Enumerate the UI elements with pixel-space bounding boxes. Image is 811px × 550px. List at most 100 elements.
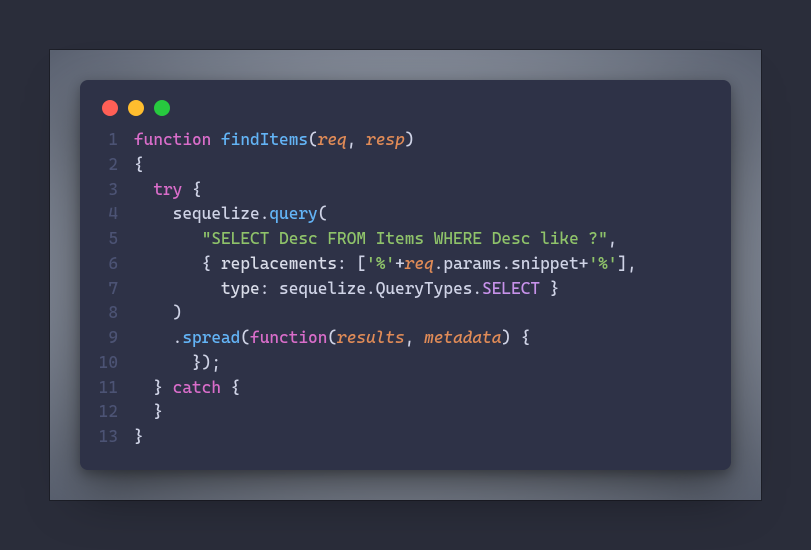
token-punct: ( [308,130,318,149]
code-line: 1function findItems(req, resp) [94,128,717,153]
token-punct: + [395,254,405,273]
token-kw: function [250,328,327,347]
token-str: '%' [366,254,395,273]
code-content: } catch { [134,376,240,401]
token-punct: ], [617,254,636,273]
line-number: 4 [94,202,134,227]
token-punct: , [347,130,366,149]
token-punct: : [ [337,254,366,273]
token-punct: { [134,254,221,273]
token-prop: type [221,279,260,298]
token-kw: try [153,180,182,199]
token-punct: . [472,279,482,298]
token-punct: . [366,279,376,298]
code-content: } [134,425,144,450]
code-line: 5 "SELECT Desc FROM Items WHERE Desc lik… [94,227,717,252]
token-punct: ) { [501,328,530,347]
line-number: 10 [94,351,134,376]
line-number: 5 [94,227,134,252]
line-number: 9 [94,326,134,351]
code-window: 1function findItems(req, resp)2{3 try {4… [80,80,731,470]
token-punct [134,180,153,199]
token-obj: params [443,254,501,273]
token-fn: findItems [221,130,308,149]
token-method: query [269,204,317,223]
token-punct: } [134,378,173,397]
token-punct: { [134,155,144,174]
line-number: 12 [94,400,134,425]
line-number: 3 [94,178,134,203]
code-content: } [134,400,163,425]
token-punct: , [405,328,424,347]
line-number: 13 [94,425,134,450]
token-punct: : [260,279,279,298]
code-content: "SELECT Desc FROM Items WHERE Desc like … [134,227,617,252]
token-punct: } [134,427,144,446]
code-line: 9 .spread(function(results, metadata) { [94,326,717,351]
token-punct: ( [327,328,337,347]
token-punct [134,279,221,298]
code-content: try { [134,178,202,203]
code-line: 10 }); [94,351,717,376]
code-line: 12 } [94,400,717,425]
line-number: 1 [94,128,134,153]
code-content: { [134,153,144,178]
token-punct: ) [134,303,182,322]
token-kw: function [134,130,211,149]
code-line: 2{ [94,153,717,178]
token-punct: ( [240,328,250,347]
token-punct [211,130,221,149]
token-punct: ) [405,130,415,149]
token-param: req [318,130,347,149]
token-const: SELECT [482,279,540,298]
line-number: 11 [94,376,134,401]
line-number: 8 [94,301,134,326]
code-line: 13} [94,425,717,450]
token-kw: catch [173,378,221,397]
code-content: ) [134,301,182,326]
token-punct [134,229,202,248]
token-param: resp [366,130,405,149]
token-param: metadata [424,328,501,347]
token-punct: }); [134,353,221,372]
code-content: sequelize.query( [134,202,327,227]
token-prop: replacements [221,254,337,273]
close-icon[interactable] [102,100,118,116]
window-titlebar [80,80,731,124]
code-line: 4 sequelize.query( [94,202,717,227]
token-obj: sequelize [279,279,366,298]
token-punct: { [221,378,240,397]
token-punct: . [134,328,182,347]
token-punct: } [540,279,559,298]
token-param: req [405,254,434,273]
token-punct: . [501,254,511,273]
code-content: type: sequelize.QueryTypes.SELECT } [134,277,559,302]
code-line: 7 type: sequelize.QueryTypes.SELECT } [94,277,717,302]
token-obj: snippet [511,254,579,273]
token-punct: { [182,180,201,199]
line-number: 2 [94,153,134,178]
code-content: }); [134,351,221,376]
token-param: results [337,328,405,347]
code-line: 8 ) [94,301,717,326]
token-punct: ( [318,204,328,223]
token-punct: . [434,254,444,273]
code-line: 3 try { [94,178,717,203]
code-content: .spread(function(results, metadata) { [134,326,530,351]
token-obj: QueryTypes [376,279,473,298]
token-method: spread [182,328,240,347]
code-content: { replacements: ['%'+req.params.snippet+… [134,252,637,277]
line-number: 7 [94,277,134,302]
code-content: function findItems(req, resp) [134,128,414,153]
zoom-icon[interactable] [154,100,170,116]
line-number: 6 [94,252,134,277]
outer-frame: 1function findItems(req, resp)2{3 try {4… [50,50,761,500]
minimize-icon[interactable] [128,100,144,116]
code-editor: 1function findItems(req, resp)2{3 try {4… [80,124,731,464]
token-str: '%' [588,254,617,273]
code-line: 6 { replacements: ['%'+req.params.snippe… [94,252,717,277]
token-punct: , [608,229,618,248]
token-punct [134,204,173,223]
token-punct: } [134,402,163,421]
token-punct: . [260,204,270,223]
